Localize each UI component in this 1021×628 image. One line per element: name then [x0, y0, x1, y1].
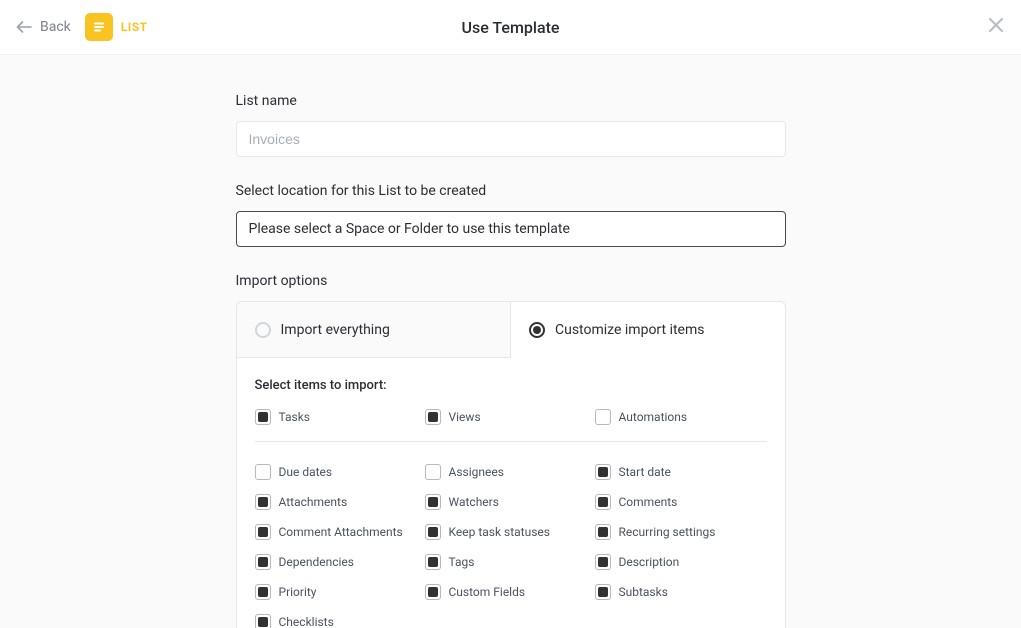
checkbox-label: Checklists — [279, 615, 334, 628]
checkbox-icon — [425, 409, 441, 425]
checkbox-attachments[interactable]: Attachments — [255, 494, 425, 510]
checkbox-comments[interactable]: Comments — [595, 494, 765, 510]
checkbox-icon — [255, 464, 271, 480]
checkbox-icon — [425, 524, 441, 540]
list-name-input[interactable] — [236, 121, 786, 157]
checkbox-icon — [595, 524, 611, 540]
checkbox-due_dates[interactable]: Due dates — [255, 464, 425, 480]
type-badge: LIST — [85, 13, 148, 41]
arrow-left-icon — [16, 21, 32, 33]
back-button[interactable]: Back — [16, 19, 71, 35]
checkbox-tags[interactable]: Tags — [425, 554, 595, 570]
checkbox-description[interactable]: Description — [595, 554, 765, 570]
checkbox-recurring_settings[interactable]: Recurring settings — [595, 524, 765, 540]
items-grid-row: Attachments Watchers Comments — [255, 494, 767, 510]
select-items-panel: Select items to import: Tasks Views Automa… — [237, 358, 785, 628]
checkbox-icon — [255, 614, 271, 628]
checkbox-label: Tasks — [279, 410, 311, 424]
items-grid-row: Comment Attachments Keep task statuses Rec… — [255, 524, 767, 540]
radio-icon — [255, 322, 271, 338]
checkbox-icon — [595, 554, 611, 570]
import-everything-option[interactable]: Import everything — [237, 302, 512, 358]
close-button[interactable] — [987, 16, 1005, 38]
secondary-items-grid: Due dates Assignees Start date Attachments W… — [255, 464, 767, 628]
checkbox-label: Tags — [449, 555, 475, 569]
checkbox-icon — [595, 584, 611, 600]
radio-icon — [529, 322, 545, 338]
checkbox-label: Attachments — [279, 495, 348, 509]
items-grid-row: Dependencies Tags Description — [255, 554, 767, 570]
checkbox-priority[interactable]: Priority — [255, 584, 425, 600]
checkbox-label: Start date — [619, 465, 671, 479]
checkbox-comment_attachments[interactable]: Comment Attachments — [255, 524, 425, 540]
checkbox-custom_fields[interactable]: Custom Fields — [425, 584, 595, 600]
customize-import-label: Customize import items — [555, 322, 704, 338]
import-radio-row: Import everything Customize import items — [237, 302, 785, 358]
checkbox-automations[interactable]: Automations — [595, 409, 765, 425]
customize-import-option[interactable]: Customize import items — [511, 302, 785, 358]
primary-items-row: Tasks Views Automations — [255, 409, 767, 442]
checkbox-label: Custom Fields — [449, 585, 526, 599]
checkbox-watchers[interactable]: Watchers — [425, 494, 595, 510]
items-grid-row: Due dates Assignees Start date — [255, 464, 767, 480]
checkbox-icon — [425, 494, 441, 510]
close-icon — [987, 16, 1005, 38]
content: List name Select location for this List … — [236, 55, 786, 628]
back-label: Back — [40, 19, 71, 35]
import-heading: Import options — [236, 273, 786, 289]
checkbox-label: Comments — [619, 495, 678, 509]
checkbox-icon — [425, 464, 441, 480]
checkbox-label: Comment Attachments — [279, 525, 403, 539]
type-label: LIST — [121, 20, 148, 34]
checkbox-label: Assignees — [449, 465, 504, 479]
checkbox-label: Dependencies — [279, 555, 354, 569]
checkbox-label: Keep task statuses — [449, 525, 550, 539]
checkbox-keep_task_statuses[interactable]: Keep task statuses — [425, 524, 595, 540]
import-options-box: Import everything Customize import items… — [236, 301, 786, 628]
checkbox-icon — [255, 409, 271, 425]
checkbox-dependencies[interactable]: Dependencies — [255, 554, 425, 570]
checkbox-label: Automations — [619, 410, 688, 424]
location-placeholder: Please select a Space or Folder to use t… — [249, 221, 570, 237]
checkbox-label: Priority — [279, 585, 317, 599]
import-everything-label: Import everything — [281, 322, 390, 338]
checkbox-tasks[interactable]: Tasks — [255, 409, 425, 425]
checkbox-subtasks[interactable]: Subtasks — [595, 584, 765, 600]
location-select[interactable]: Please select a Space or Folder to use t… — [236, 211, 786, 247]
checkbox-label: Description — [619, 555, 680, 569]
checkbox-icon — [595, 494, 611, 510]
checkbox-icon — [595, 409, 611, 425]
checkbox-assignees[interactable]: Assignees — [425, 464, 595, 480]
checkbox-start_date[interactable]: Start date — [595, 464, 765, 480]
list-name-label: List name — [236, 93, 786, 109]
list-icon — [85, 13, 113, 41]
checkbox-icon — [255, 554, 271, 570]
select-items-heading: Select items to import: — [255, 378, 767, 393]
checkbox-label: Views — [449, 410, 481, 424]
checkbox-label: Subtasks — [619, 585, 668, 599]
checkbox-views[interactable]: Views — [425, 409, 595, 425]
checkbox-label: Due dates — [279, 465, 333, 479]
checkbox-icon — [255, 584, 271, 600]
checkbox-icon — [255, 494, 271, 510]
page-title: Use Template — [462, 18, 560, 37]
items-grid-row: Priority Custom Fields Subtasks — [255, 584, 767, 600]
checkbox-icon — [595, 464, 611, 480]
checkbox-icon — [425, 584, 441, 600]
checkbox-icon — [255, 524, 271, 540]
checkbox-checklists[interactable]: Checklists — [255, 614, 425, 628]
header: Back LIST Use Template — [0, 0, 1021, 55]
checkbox-label: Watchers — [449, 495, 499, 509]
items-grid-row: Checklists — [255, 614, 767, 628]
content-scroll[interactable]: List name Select location for this List … — [0, 55, 1021, 628]
location-label: Select location for this List to be crea… — [236, 183, 786, 199]
checkbox-icon — [425, 554, 441, 570]
checkbox-label: Recurring settings — [619, 525, 716, 539]
